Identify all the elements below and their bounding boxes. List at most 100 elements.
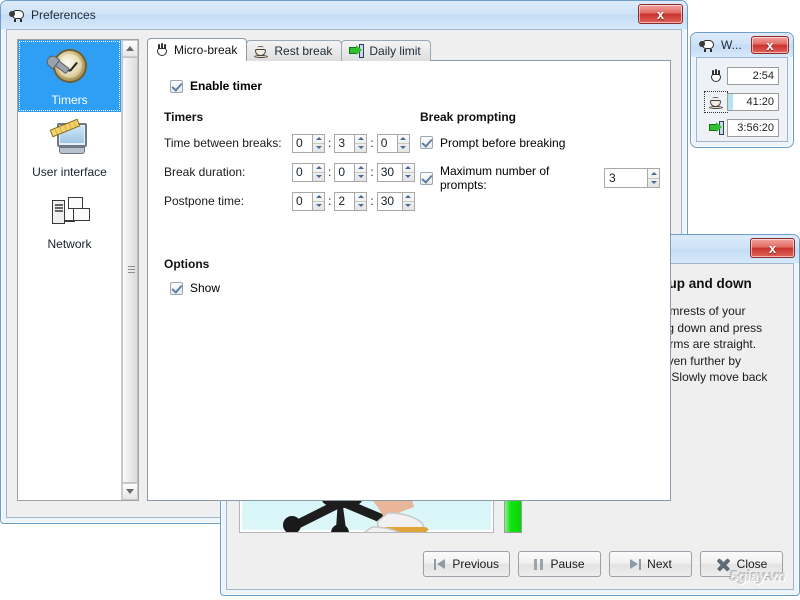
tab-rest-break-label: Rest break <box>274 44 332 58</box>
previous-button[interactable]: Previous <box>423 551 510 577</box>
preferences-close-button[interactable]: x <box>638 4 683 24</box>
postpone-time-minutes-spinner[interactable] <box>334 192 367 211</box>
exercises-close-button[interactable]: x <box>750 238 795 258</box>
close-x-icon <box>716 557 731 572</box>
break-duration-row: Break duration: : : <box>164 163 424 182</box>
spin-down[interactable] <box>355 173 366 181</box>
hours-input[interactable] <box>292 134 312 153</box>
separator-colon: : <box>325 165 334 179</box>
break-duration-hours-spinner[interactable] <box>292 163 325 182</box>
scroll-thumb[interactable] <box>122 57 138 483</box>
options-group-title: Options <box>164 257 220 271</box>
daily-limit-timer-value: 3:56:20 <box>737 120 774 136</box>
hours-input[interactable] <box>292 163 312 182</box>
enable-timer-checkbox[interactable]: Enable timer <box>170 79 262 93</box>
preferences-category-list[interactable]: Timers User interface Network <box>17 39 139 501</box>
clock-wrench-icon <box>47 46 93 90</box>
hours-input[interactable] <box>292 192 312 211</box>
sidebar-item-user-interface[interactable]: User interface <box>18 112 121 184</box>
timer-window-titlebar[interactable]: W... x <box>691 33 793 57</box>
spin-up[interactable] <box>313 164 324 173</box>
tab-daily-limit[interactable]: Daily limit <box>341 40 430 61</box>
pause-button[interactable]: Pause <box>518 551 601 577</box>
timer-window-close-button[interactable]: x <box>751 36 789 54</box>
spin-up[interactable] <box>398 135 409 144</box>
spin-down[interactable] <box>313 144 324 152</box>
spin-down[interactable] <box>398 144 409 152</box>
rest-break-timer-bar: 41:20 <box>727 93 779 111</box>
separator-colon: : <box>367 165 376 179</box>
micro-break-form: Enable timer Timers Time between breaks: <box>148 61 670 500</box>
break-duration-minutes-spinner[interactable] <box>334 163 367 182</box>
timer-row-rest-break[interactable]: 41:20 <box>705 90 779 114</box>
tab-rest-break[interactable]: Rest break <box>246 40 342 61</box>
hand-icon <box>705 66 727 86</box>
max-prompts-input[interactable] <box>604 168 647 188</box>
pause-button-label: Pause <box>550 557 584 571</box>
seconds-input[interactable] <box>377 192 402 211</box>
spin-down[interactable] <box>355 202 366 210</box>
break-duration-seconds-spinner[interactable] <box>377 163 415 182</box>
spin-up[interactable] <box>355 164 366 173</box>
break-prompting-group: Break prompting Prompt before breaking M… <box>420 110 660 193</box>
spin-up[interactable] <box>403 193 414 202</box>
timer-window[interactable]: W... x 2:54 <box>690 32 794 148</box>
spin-down[interactable] <box>313 173 324 181</box>
exit-door-icon <box>705 118 727 138</box>
seconds-input[interactable] <box>377 134 397 153</box>
tab-page-micro-break: Enable timer Timers Time between breaks: <box>147 60 671 501</box>
seconds-input[interactable] <box>377 163 402 182</box>
next-button[interactable]: Next <box>609 551 692 577</box>
postpone-time-hours-spinner[interactable] <box>292 192 325 211</box>
spin-down[interactable] <box>355 144 366 152</box>
spin-up[interactable] <box>403 164 414 173</box>
postpone-time-seconds-spinner[interactable] <box>377 192 415 211</box>
micro-break-timer-value: 2:54 <box>753 68 774 84</box>
exit-door-icon <box>349 44 364 58</box>
minutes-input[interactable] <box>334 134 354 153</box>
max-prompts-spinner[interactable] <box>604 168 660 188</box>
spin-up[interactable] <box>355 135 366 144</box>
minutes-input[interactable] <box>334 192 354 211</box>
category-list-scrollbar[interactable] <box>121 40 138 500</box>
minutes-input[interactable] <box>334 163 354 182</box>
show-checkbox[interactable]: Show <box>170 281 220 295</box>
checkbox-box <box>170 282 183 295</box>
timer-window-client-area: 2:54 41:20 <box>696 57 788 142</box>
workrave-sheep-icon <box>9 8 25 22</box>
max-prompts-row: Maximum number of prompts: <box>420 164 660 192</box>
sidebar-item-network[interactable]: Network <box>18 184 121 256</box>
spin-down[interactable] <box>403 173 414 181</box>
pause-icon <box>534 559 544 570</box>
time-between-breaks-minutes-spinner[interactable] <box>334 134 367 153</box>
next-button-label: Next <box>647 557 672 571</box>
spin-up[interactable] <box>313 135 324 144</box>
coffee-cup-icon <box>254 45 269 58</box>
timer-row-micro-break[interactable]: 2:54 <box>705 64 779 88</box>
preferences-window[interactable]: Preferences x Timers User interfac <box>0 0 688 524</box>
scroll-up-button[interactable] <box>122 40 138 57</box>
timer-row-daily-limit[interactable]: 3:56:20 <box>705 116 779 140</box>
max-prompts-checkbox[interactable]: Maximum number of prompts: <box>420 164 598 192</box>
previous-button-label: Previous <box>452 557 499 571</box>
timer-window-title: W... <box>721 38 742 52</box>
sidebar-item-network-label: Network <box>18 237 121 251</box>
time-between-breaks-seconds-spinner[interactable] <box>377 134 410 153</box>
spin-up[interactable] <box>313 193 324 202</box>
prompt-before-breaking-checkbox[interactable]: Prompt before breaking <box>420 136 565 150</box>
checkbox-box <box>420 136 433 149</box>
micro-break-timer-bar: 2:54 <box>727 67 779 85</box>
checkbox-box <box>170 80 183 93</box>
spin-down[interactable] <box>403 202 414 210</box>
tab-micro-break[interactable]: Micro-break <box>147 38 247 61</box>
spin-up[interactable] <box>355 193 366 202</box>
time-between-breaks-hours-spinner[interactable] <box>292 134 325 153</box>
checkbox-box <box>420 172 433 185</box>
time-between-breaks-label: Time between breaks: <box>164 136 292 150</box>
scroll-down-button[interactable] <box>122 483 138 500</box>
preferences-titlebar[interactable]: Preferences x <box>1 1 687 29</box>
sidebar-item-timers[interactable]: Timers <box>18 40 121 112</box>
spin-up[interactable] <box>648 169 659 179</box>
spin-down[interactable] <box>648 179 659 188</box>
spin-down[interactable] <box>313 202 324 210</box>
